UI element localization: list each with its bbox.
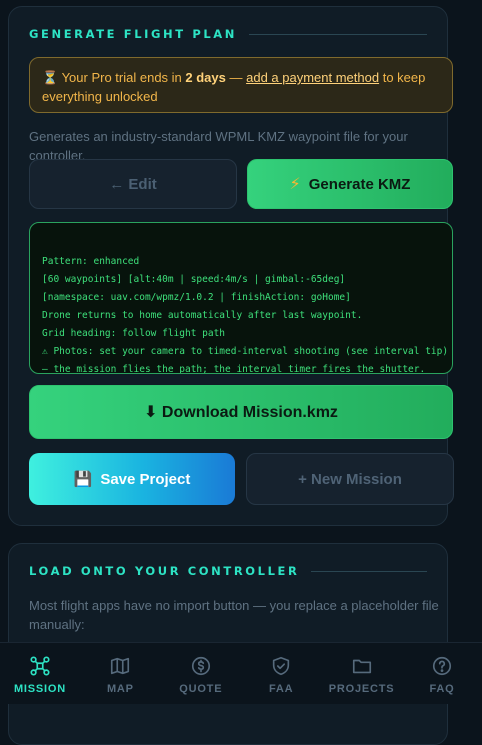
trial-banner: ⏳ Your Pro trial ends in 2 days — add a … <box>29 57 453 113</box>
generate-kmz-button[interactable]: ⚡ Generate KMZ <box>247 159 453 209</box>
tab-faa[interactable]: FAA <box>241 643 321 704</box>
trial-text: Your Pro trial ends in <box>61 70 186 85</box>
download-mission-button[interactable]: ⬇ Download Mission.kmz <box>29 385 453 439</box>
hourglass-icon: ⏳ <box>42 70 59 85</box>
log-line: [60 waypoints] [alt:40m | speed:4m/s | g… <box>42 274 346 285</box>
trial-dash: — <box>225 70 247 85</box>
mission-output-log: Pattern: enhanced [60 waypoints] [alt:40m… <box>29 222 453 374</box>
add-payment-link[interactable]: add a payment method <box>246 70 379 85</box>
log-line: — the mission flies the path; the interv… <box>42 364 426 374</box>
section-divider <box>311 570 427 572</box>
lightning-icon: ⚡ <box>289 176 301 193</box>
generate-kmz-label: Generate KMZ <box>308 175 411 193</box>
new-mission-button[interactable]: + New Mission <box>246 453 454 505</box>
shield-check-icon <box>273 656 290 676</box>
log-line: [namespace: uav.com/wpmz/1.0.2 | finishA… <box>42 292 351 303</box>
help-icon <box>432 656 452 676</box>
edit-button[interactable]: ← Edit <box>29 159 237 209</box>
trial-days: 2 days <box>185 70 226 85</box>
tab-label: MISSION <box>13 683 67 695</box>
section-header: GENERATE FLIGHT PLAN <box>29 27 427 41</box>
map-icon <box>111 657 130 675</box>
new-mission-label: + New Mission <box>298 470 402 488</box>
folder-icon <box>352 659 371 674</box>
bottom-tab-bar: MISSION MAP QUOTE FAA PROJECTS FAQ <box>0 642 482 704</box>
download-mission-label: ⬇ Download Mission.kmz <box>144 404 338 421</box>
edit-button-label: ← Edit <box>109 175 157 193</box>
section-header: LOAD ONTO YOUR CONTROLLER <box>29 564 427 578</box>
drone-icon <box>30 656 50 676</box>
section-title: LOAD ONTO YOUR CONTROLLER <box>29 564 300 578</box>
log-line: ⚠ Photos: set your camera to timed-inter… <box>42 346 449 357</box>
tab-label: PROJECTS <box>328 683 395 695</box>
tab-faq[interactable]: FAQ <box>402 643 482 704</box>
tab-quote[interactable]: QUOTE <box>161 643 241 704</box>
load-description: Most flight apps have no import button —… <box>29 598 439 632</box>
tab-label: MAP <box>106 683 134 695</box>
tab-projects[interactable]: PROJECTS <box>322 643 402 704</box>
save-project-label: Save Project <box>100 470 191 488</box>
dollar-icon <box>191 656 210 676</box>
generate-flight-plan-card: GENERATE FLIGHT PLAN ⏳ Your Pro trial en… <box>8 6 454 526</box>
tab-mission[interactable]: MISSION <box>0 643 80 704</box>
tab-label: QUOTE <box>179 683 223 695</box>
tab-label: FAQ <box>429 683 455 695</box>
tab-label: FAA <box>268 683 294 695</box>
section-divider <box>249 33 427 35</box>
section-title: GENERATE FLIGHT PLAN <box>29 27 237 41</box>
log-line: Drone returns to home automatically afte… <box>42 310 363 321</box>
log-line: Pattern: enhanced <box>42 256 140 267</box>
floppy-disk-icon: 💾 <box>73 471 93 488</box>
tab-map[interactable]: MAP <box>80 643 160 704</box>
save-project-button[interactable]: 💾 Save Project <box>29 453 235 505</box>
log-line: Grid heading: follow flight path <box>42 328 226 339</box>
